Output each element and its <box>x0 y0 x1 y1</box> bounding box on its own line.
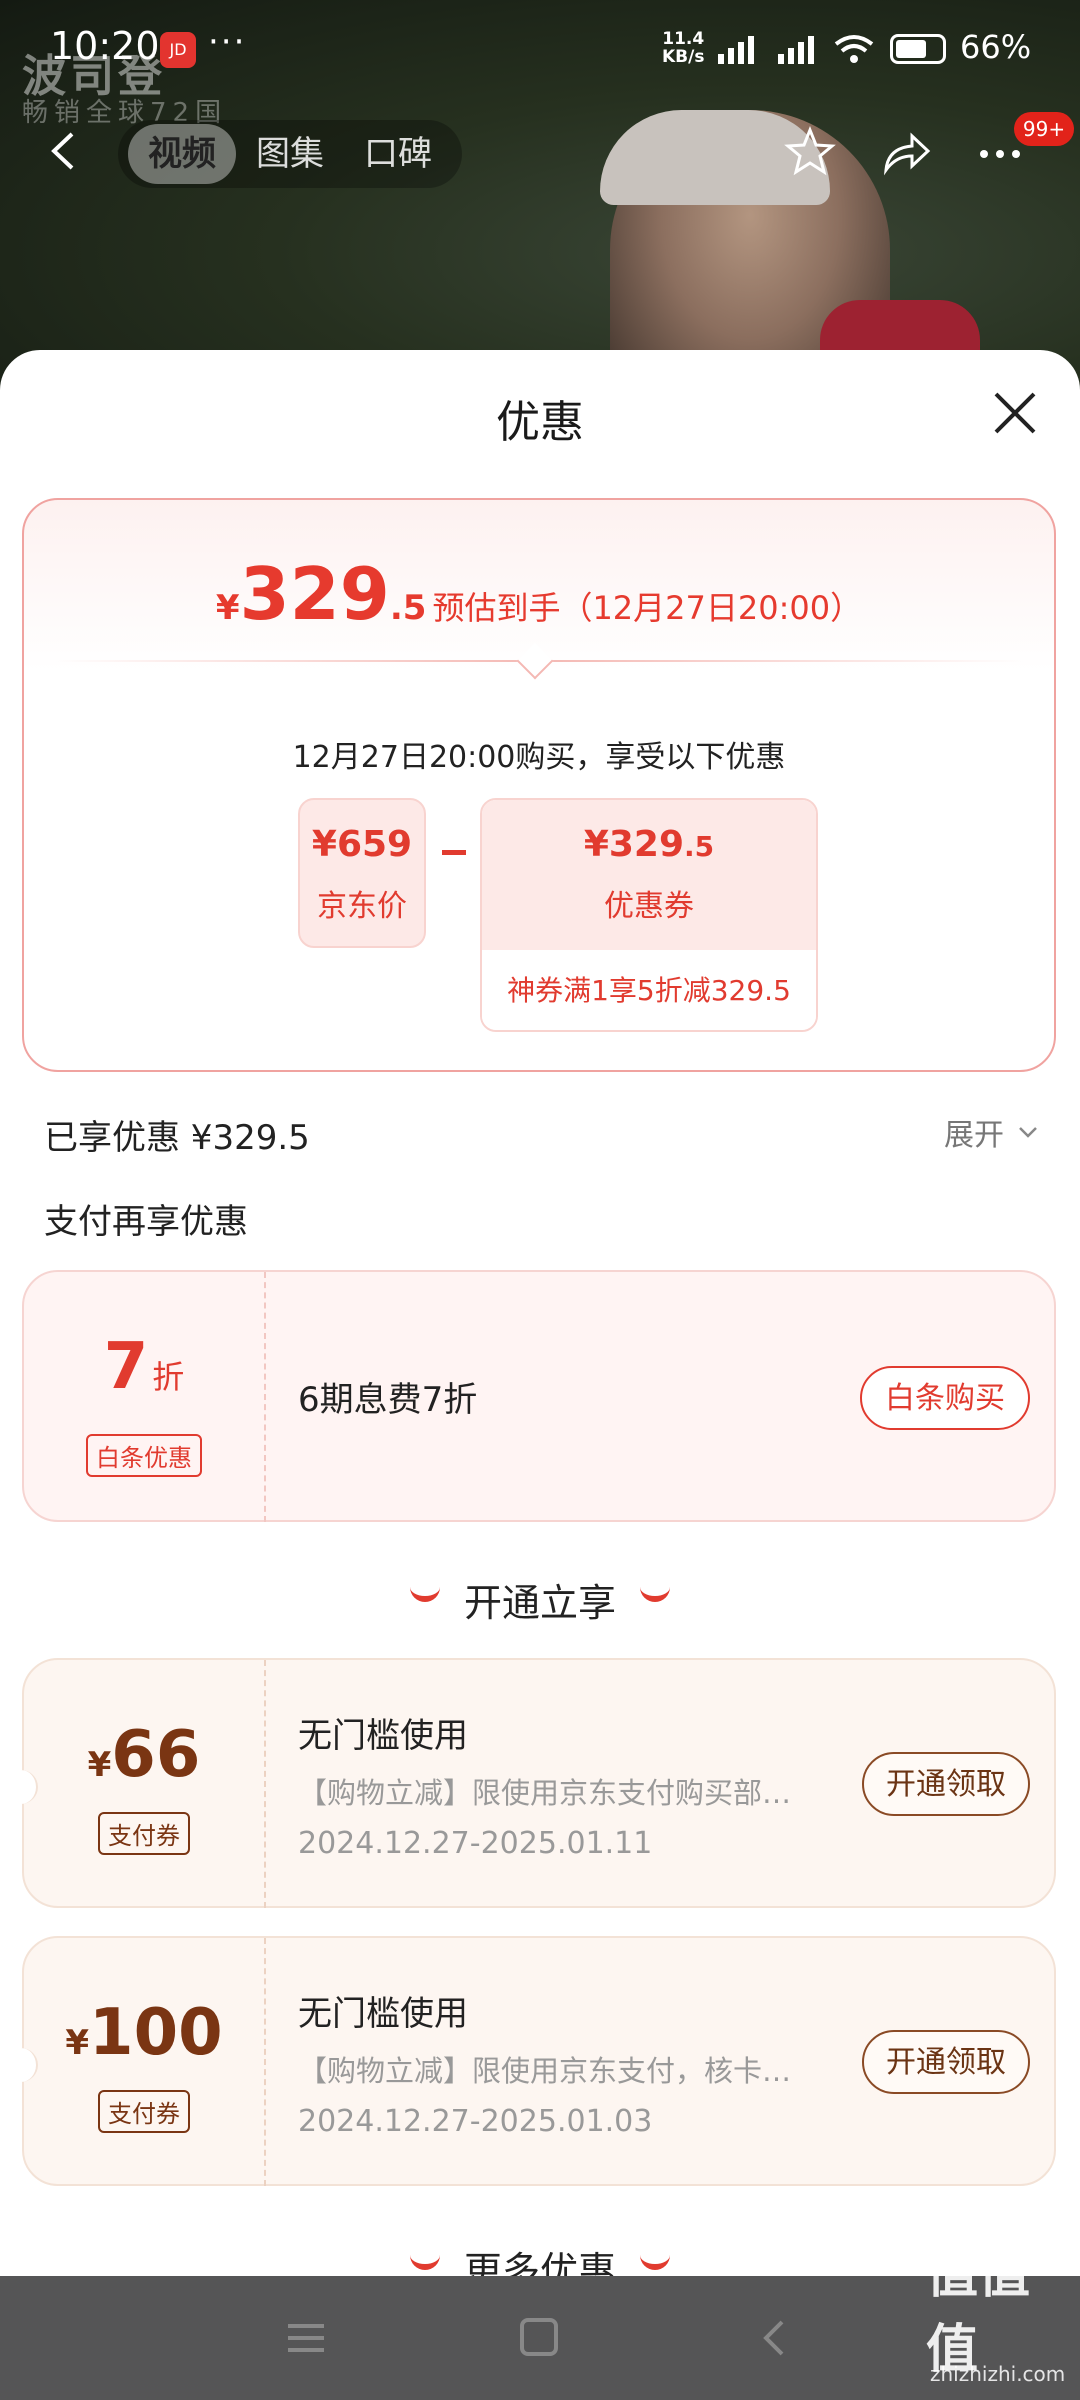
smile-decor-right <box>640 2250 670 2270</box>
wifi-icon <box>834 35 874 63</box>
chevron-down-icon[interactable] <box>1016 1120 1040 1144</box>
signal-icon-2 <box>778 36 814 64</box>
network-speed: 11.4 KB/s <box>662 29 705 67</box>
watermark-logo: 值值值 <box>926 2245 1031 2380</box>
discount-sheet: 优惠 ¥329.5 预估到手（12月27日20:00） 12月27日20:00购买… <box>0 350 1080 2280</box>
status-time: 10:20 <box>50 24 160 68</box>
home-icon[interactable] <box>518 2318 562 2358</box>
coupon-amount: ¥66 <box>87 1718 201 1792</box>
signal-icon <box>718 36 754 64</box>
favorite-star-icon[interactable] <box>782 124 838 180</box>
media-tabs: 视频 图集 口碑 <box>118 120 462 188</box>
baitiao-rate: 7折 <box>103 1330 185 1404</box>
jd-price-box: ¥659 京东价 <box>298 798 426 948</box>
pay-discount-section-title: 支付再享优惠 <box>44 1202 248 1242</box>
coupon-type-tag: 支付券 <box>24 1812 264 1855</box>
minus-sign <box>442 850 466 855</box>
back-nav-icon[interactable] <box>752 2318 796 2358</box>
coupon-discount-value: ¥329.5 <box>583 824 715 865</box>
pay-coupon-card: ¥66 支付券 无门槛使用 【购物立减】限使用京东支付购买部… 2024.12.… <box>10 1658 1056 1908</box>
activate-claim-button[interactable]: 开通领取 <box>862 2030 1030 2094</box>
estimated-price: ¥329.5 预估到手（12月27日20:00） <box>215 552 863 636</box>
activate-claim-button[interactable]: 开通领取 <box>862 1752 1030 1816</box>
baitiao-offer-text: 6期息费7折 <box>298 1380 478 1420</box>
menu-icon[interactable] <box>284 2318 328 2358</box>
more-notifications-icon: ··· <box>208 22 247 62</box>
app-notification-icon: JD <box>160 32 196 68</box>
watermark-url: zhizhizhi.com <box>930 2362 1066 2386</box>
smile-decor-right <box>640 1582 670 1602</box>
battery-icon <box>890 34 946 64</box>
sheet-title: 优惠 <box>496 397 584 448</box>
share-icon[interactable] <box>878 124 934 180</box>
enjoyed-discount-text: 已享优惠 ¥329.5 <box>44 1118 310 1158</box>
pay-coupon-card: ¥100 支付券 无门槛使用 【购物立减】限使用京东支付，核卡… 2024.12… <box>10 1936 1056 2186</box>
battery-percent: 66% <box>960 28 1032 66</box>
expand-button[interactable]: 展开 <box>944 1110 1004 1154</box>
more-offers-header[interactable]: 更多优惠 <box>0 2240 1080 2280</box>
coupon-amount: ¥100 <box>65 1996 223 2070</box>
system-nav-bar <box>0 2276 1080 2400</box>
coupon-title: 无门槛使用 <box>298 1994 468 2034</box>
coupon-validity: 2024.12.27-2025.01.03 <box>298 2104 653 2139</box>
coupon-desc: 【购物立减】限使用京东支付，核卡… <box>298 2054 792 2088</box>
close-icon[interactable] <box>990 388 1040 438</box>
coupon-type-tag: 支付券 <box>24 2090 264 2133</box>
coupon-validity: 2024.12.27-2025.01.11 <box>298 1826 653 1861</box>
tab-gallery[interactable]: 图集 <box>236 124 344 184</box>
jd-price-label: 京东价 <box>317 889 407 924</box>
message-count-badge: 99+ <box>1014 112 1074 146</box>
coupon-discount-label: 优惠券 <box>604 889 694 924</box>
smile-decor-left <box>410 1582 440 1602</box>
tab-video[interactable]: 视频 <box>128 124 236 184</box>
divider-notch <box>516 642 554 680</box>
price-summary-card: ¥329.5 预估到手（12月27日20:00） 12月27日20:00购买，享受… <box>22 498 1056 1072</box>
kaitong-section-header: 开通立享 <box>0 1572 1080 1627</box>
coupon-discount-box: ¥329.5 优惠券 神券满1享5折减329.5 <box>480 798 818 1032</box>
coupon-desc: 【购物立减】限使用京东支付购买部… <box>298 1776 792 1810</box>
coupon-title: 无门槛使用 <box>298 1716 468 1756</box>
top-nav: 视频 图集 口碑 99+ <box>0 112 1080 196</box>
purchase-time-text: 12月27日20:00购买，享受以下优惠 <box>292 740 786 775</box>
jd-price-value: ¥659 <box>311 824 413 865</box>
status-bar: 10:20 JD ··· 11.4 KB/s 66% <box>0 0 1080 96</box>
card-separator <box>264 1272 266 1522</box>
tab-reviews[interactable]: 口碑 <box>344 124 452 184</box>
baitiao-offer-card: 7折 白条优惠 6期息费7折 白条购买 <box>22 1270 1056 1522</box>
smile-decor-left <box>410 2250 440 2270</box>
back-icon[interactable] <box>40 126 90 176</box>
coupon-discount-desc: 神券满1享5折减329.5 <box>482 950 816 1030</box>
card-separator <box>264 1660 266 1908</box>
baitiao-buy-button[interactable]: 白条购买 <box>860 1366 1030 1430</box>
baitiao-tag: 白条优惠 <box>24 1434 264 1477</box>
card-separator <box>264 1938 266 2186</box>
